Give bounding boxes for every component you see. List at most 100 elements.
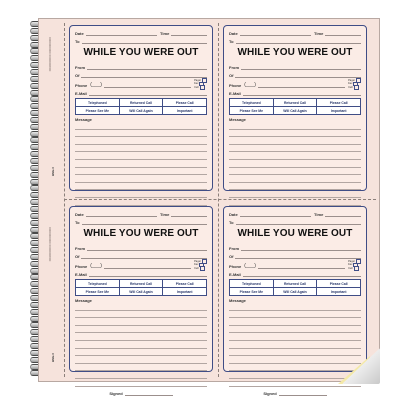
phone-type-options: Pager Fax Cell — [194, 78, 207, 90]
from-label: From — [229, 65, 239, 70]
please-call-checkbox[interactable]: Please Call — [162, 280, 207, 287]
message-line — [75, 198, 207, 206]
please-see-me-checkbox[interactable]: Please See Me — [76, 288, 119, 295]
area-code: (___) — [244, 263, 256, 269]
phone-type-options: Pager Fax Cell — [194, 259, 207, 271]
message-line — [75, 183, 207, 191]
to-field[interactable] — [235, 219, 361, 225]
email-field[interactable] — [88, 90, 207, 96]
phone-label: Phone — [229, 83, 242, 88]
telephoned-checkbox[interactable]: Telephoned — [230, 99, 273, 106]
telephoned-checkbox[interactable]: Telephoned — [76, 280, 119, 287]
stub-label-top: BNE-0 — [51, 167, 55, 177]
message-line — [75, 122, 207, 130]
returned-call-checkbox[interactable]: Returned Call — [118, 280, 163, 287]
message-line — [75, 190, 207, 198]
to-field[interactable] — [81, 38, 207, 44]
phone-label: Phone — [75, 83, 88, 88]
message-line — [75, 318, 207, 326]
of-field[interactable] — [81, 72, 207, 78]
message-line — [229, 349, 361, 357]
from-label: From — [229, 246, 239, 251]
returned-call-checkbox[interactable]: Returned Call — [118, 99, 163, 106]
date-field[interactable] — [85, 211, 158, 217]
area-code: (___) — [244, 82, 256, 88]
to-label: To — [229, 39, 234, 44]
message-line — [75, 130, 207, 138]
will-call-again-checkbox[interactable]: Will Call Again — [272, 288, 317, 295]
signed-field[interactable] — [278, 394, 327, 396]
please-see-me-checkbox[interactable]: Please See Me — [230, 107, 273, 114]
phone-field[interactable] — [257, 82, 346, 88]
message-line — [75, 303, 207, 311]
will-call-again-checkbox[interactable]: Will Call Again — [118, 107, 163, 114]
message-line — [75, 326, 207, 334]
will-call-again-checkbox[interactable]: Will Call Again — [118, 288, 163, 295]
message-area[interactable] — [229, 303, 361, 387]
returned-call-checkbox[interactable]: Returned Call — [272, 280, 317, 287]
message-book-page: 0090000000 0000000000 0090000000 0000000… — [38, 18, 380, 396]
message-area[interactable] — [75, 122, 207, 206]
message-line — [229, 311, 361, 319]
from-field[interactable] — [87, 245, 207, 251]
time-field[interactable] — [325, 211, 361, 217]
to-field[interactable] — [81, 219, 207, 225]
to-field[interactable] — [235, 38, 361, 44]
message-line — [229, 326, 361, 334]
telephoned-checkbox[interactable]: Telephoned — [76, 99, 119, 106]
from-field[interactable] — [241, 245, 361, 251]
time-field[interactable] — [171, 211, 207, 217]
time-label: Time — [160, 31, 170, 36]
email-field[interactable] — [88, 271, 207, 277]
please-call-checkbox[interactable]: Please Call — [162, 99, 207, 106]
phone-field[interactable] — [103, 82, 192, 88]
please-call-checkbox[interactable]: Please Call — [316, 99, 361, 106]
message-line — [75, 168, 207, 176]
phone-type-checkbox[interactable] — [199, 266, 205, 271]
call-status-grid: Telephoned Returned Call Please Call Ple… — [229, 98, 361, 115]
important-checkbox[interactable]: Important — [316, 288, 361, 295]
message-line — [75, 349, 207, 357]
of-field[interactable] — [235, 253, 361, 259]
important-checkbox[interactable]: Important — [162, 107, 207, 114]
date-field[interactable] — [85, 30, 158, 36]
important-checkbox[interactable]: Important — [162, 288, 207, 295]
date-field[interactable] — [239, 211, 312, 217]
will-call-again-checkbox[interactable]: Will Call Again — [272, 107, 317, 114]
date-field[interactable] — [239, 30, 312, 36]
email-label: E-Mail — [229, 272, 241, 277]
perforation-left — [64, 23, 65, 377]
message-line — [75, 356, 207, 364]
telephoned-checkbox[interactable]: Telephoned — [230, 280, 273, 287]
email-field[interactable] — [242, 271, 361, 277]
email-field[interactable] — [242, 90, 361, 96]
time-field[interactable] — [171, 30, 207, 36]
message-line — [229, 175, 361, 183]
from-field[interactable] — [87, 64, 207, 70]
message-area[interactable] — [229, 122, 361, 206]
message-line — [229, 183, 361, 191]
phone-type-checkbox[interactable] — [353, 85, 359, 90]
important-checkbox[interactable]: Important — [316, 107, 361, 114]
signed-field[interactable] — [124, 394, 173, 396]
perforation-center — [218, 23, 219, 377]
message-area[interactable] — [75, 303, 207, 387]
please-see-me-checkbox[interactable]: Please See Me — [230, 288, 273, 295]
please-call-checkbox[interactable]: Please Call — [316, 280, 361, 287]
from-field[interactable] — [241, 64, 361, 70]
phone-type-checkbox[interactable] — [353, 266, 359, 271]
phone-field[interactable] — [103, 263, 192, 269]
phone-type-label: Cell — [348, 85, 353, 89]
stub-label-bottom: BNE-0 — [51, 353, 55, 363]
returned-call-checkbox[interactable]: Returned Call — [272, 99, 317, 106]
please-see-me-checkbox[interactable]: Please See Me — [76, 107, 119, 114]
of-field[interactable] — [81, 253, 207, 259]
of-field[interactable] — [235, 72, 361, 78]
phone-field[interactable] — [257, 263, 346, 269]
message-line — [229, 371, 361, 379]
time-label: Time — [314, 212, 324, 217]
time-field[interactable] — [325, 30, 361, 36]
phone-label: Phone — [229, 264, 242, 269]
phone-type-checkbox[interactable] — [199, 85, 205, 90]
email-label: E-Mail — [75, 91, 87, 96]
